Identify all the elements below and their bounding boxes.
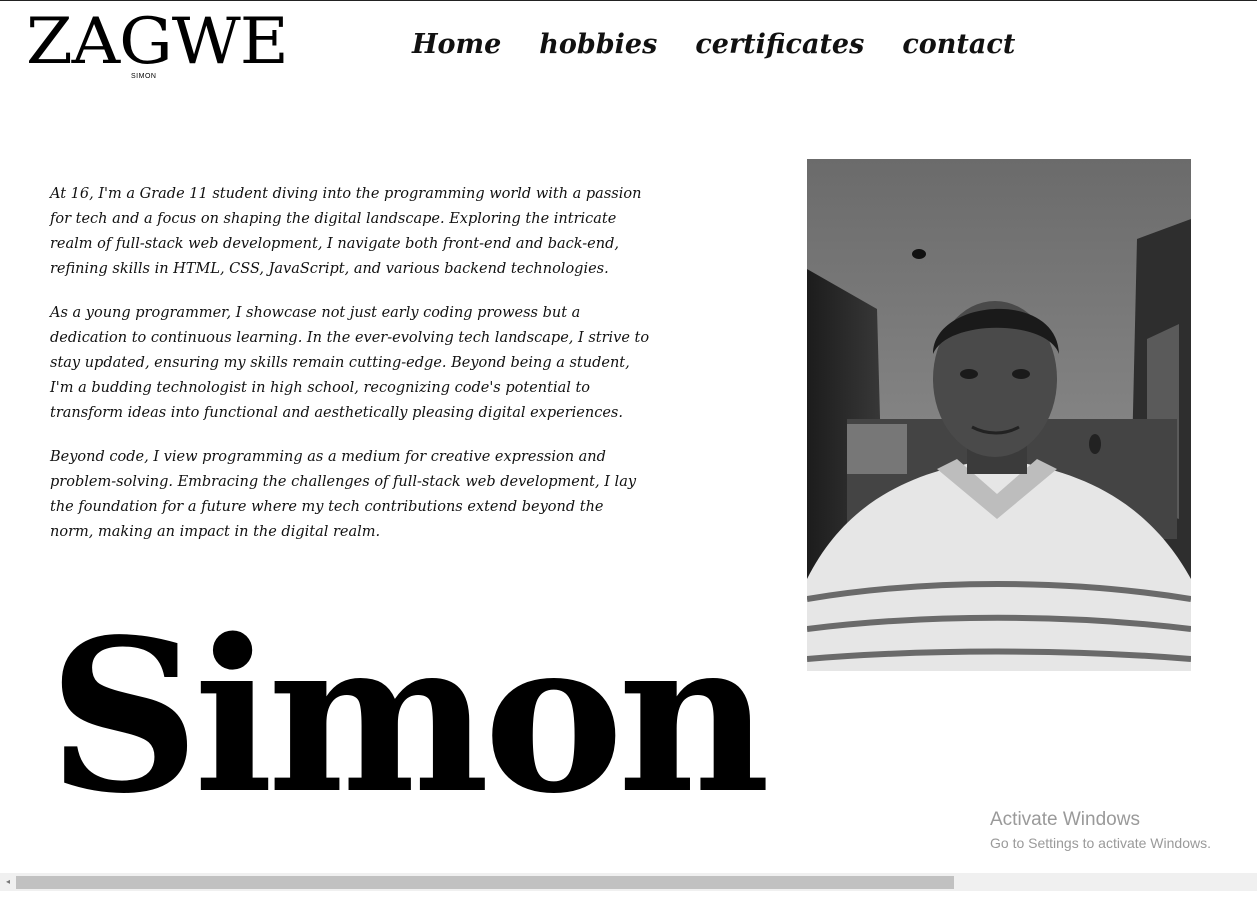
- scrollbar-thumb[interactable]: [16, 876, 954, 889]
- hero-name: Simon: [48, 593, 770, 840]
- nav-contact-link[interactable]: contact: [902, 29, 1015, 60]
- horizontal-scrollbar[interactable]: ◂: [0, 873, 1257, 891]
- watermark-title: Activate Windows: [990, 809, 1140, 830]
- logo-subtext: SIMON: [131, 73, 157, 80]
- scroll-left-arrow-icon[interactable]: ◂: [3, 876, 13, 888]
- bio-paragraph-2: As a young programmer, I showcase not ju…: [50, 305, 650, 421]
- portrait-photo: [807, 159, 1191, 671]
- bio-paragraph-1: At 16, I'm a Grade 11 student diving int…: [50, 186, 642, 277]
- windows-activation-watermark: Activate Windows Go to Settings to activ…: [990, 808, 1211, 854]
- nav-hobbies-link[interactable]: hobbies: [539, 29, 657, 60]
- watermark-subtitle: Go to Settings to activate Windows.: [990, 835, 1211, 851]
- main-nav: Home hobbies certificates contact: [412, 22, 1015, 66]
- portrait-photo-icon: [807, 159, 1191, 671]
- nav-home-link[interactable]: Home: [412, 29, 501, 60]
- window-top-border: [0, 0, 1257, 1]
- site-logo[interactable]: ZAGWE SIMON: [26, 10, 289, 82]
- logo-text: ZAGWE: [26, 5, 289, 79]
- bio-section: At 16, I'm a Grade 11 student diving int…: [50, 182, 650, 564]
- bio-paragraph-3: Beyond code, I view programming as a med…: [50, 449, 637, 540]
- page: ZAGWE SIMON Home hobbies certificates co…: [0, 0, 1257, 897]
- nav-certificates-link[interactable]: certificates: [695, 29, 864, 60]
